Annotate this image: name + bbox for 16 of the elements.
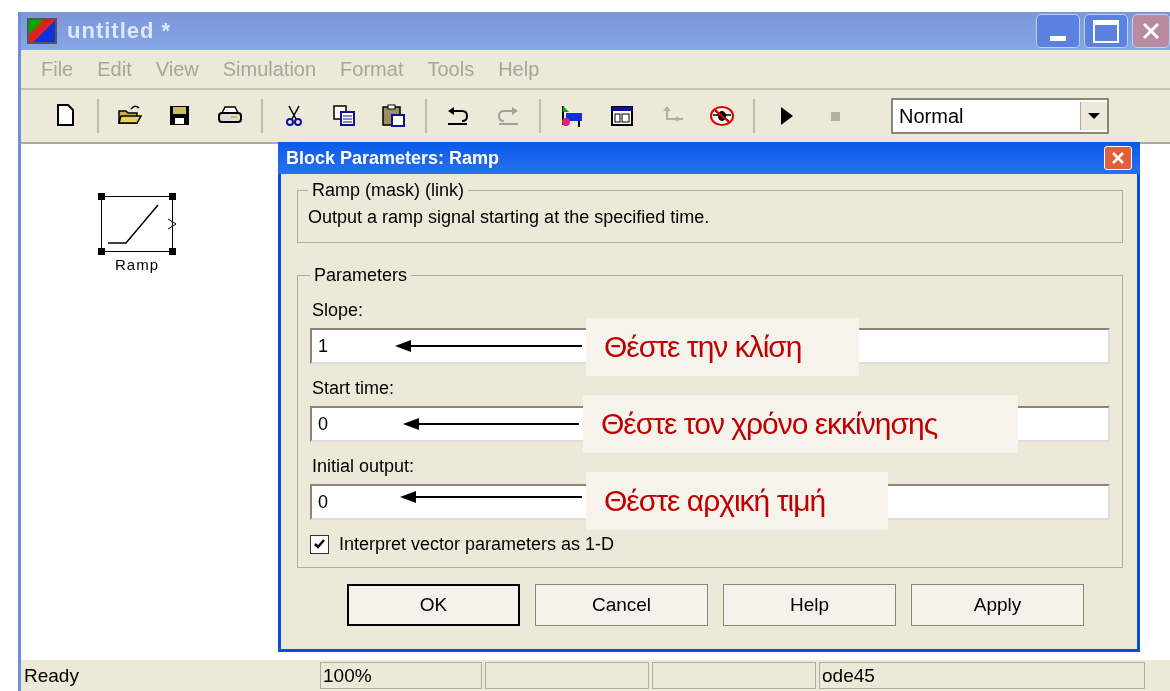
description-text: Output a ramp signal starting at the specified time.: [308, 206, 711, 228]
field-label: Slope:: [312, 300, 364, 321]
annotation-tooltip: Θέστε αρχική τιμή: [586, 472, 888, 530]
annotation-tooltip: Θέστε τον χρόνο εκκίνησης: [583, 395, 1018, 453]
dialog-title: Block Parameters: Ramp: [286, 147, 501, 169]
field-label: Initial output:: [312, 456, 415, 477]
group-title: Parameters: [313, 265, 409, 286]
checkbox-label: Interpret vector parameters as 1-D: [339, 534, 615, 555]
window-title: untitled *: [67, 18, 173, 44]
block-label: Ramp: [115, 256, 159, 273]
status-text: Ready: [23, 663, 80, 688]
field-label: Start time:: [312, 378, 395, 399]
status-text: 100%: [320, 662, 482, 689]
annotation-tooltip: Θέστε την κλίση: [586, 318, 859, 376]
group-title: Ramp (mask) (link): [311, 180, 465, 201]
status-text: ode45: [819, 662, 1145, 689]
